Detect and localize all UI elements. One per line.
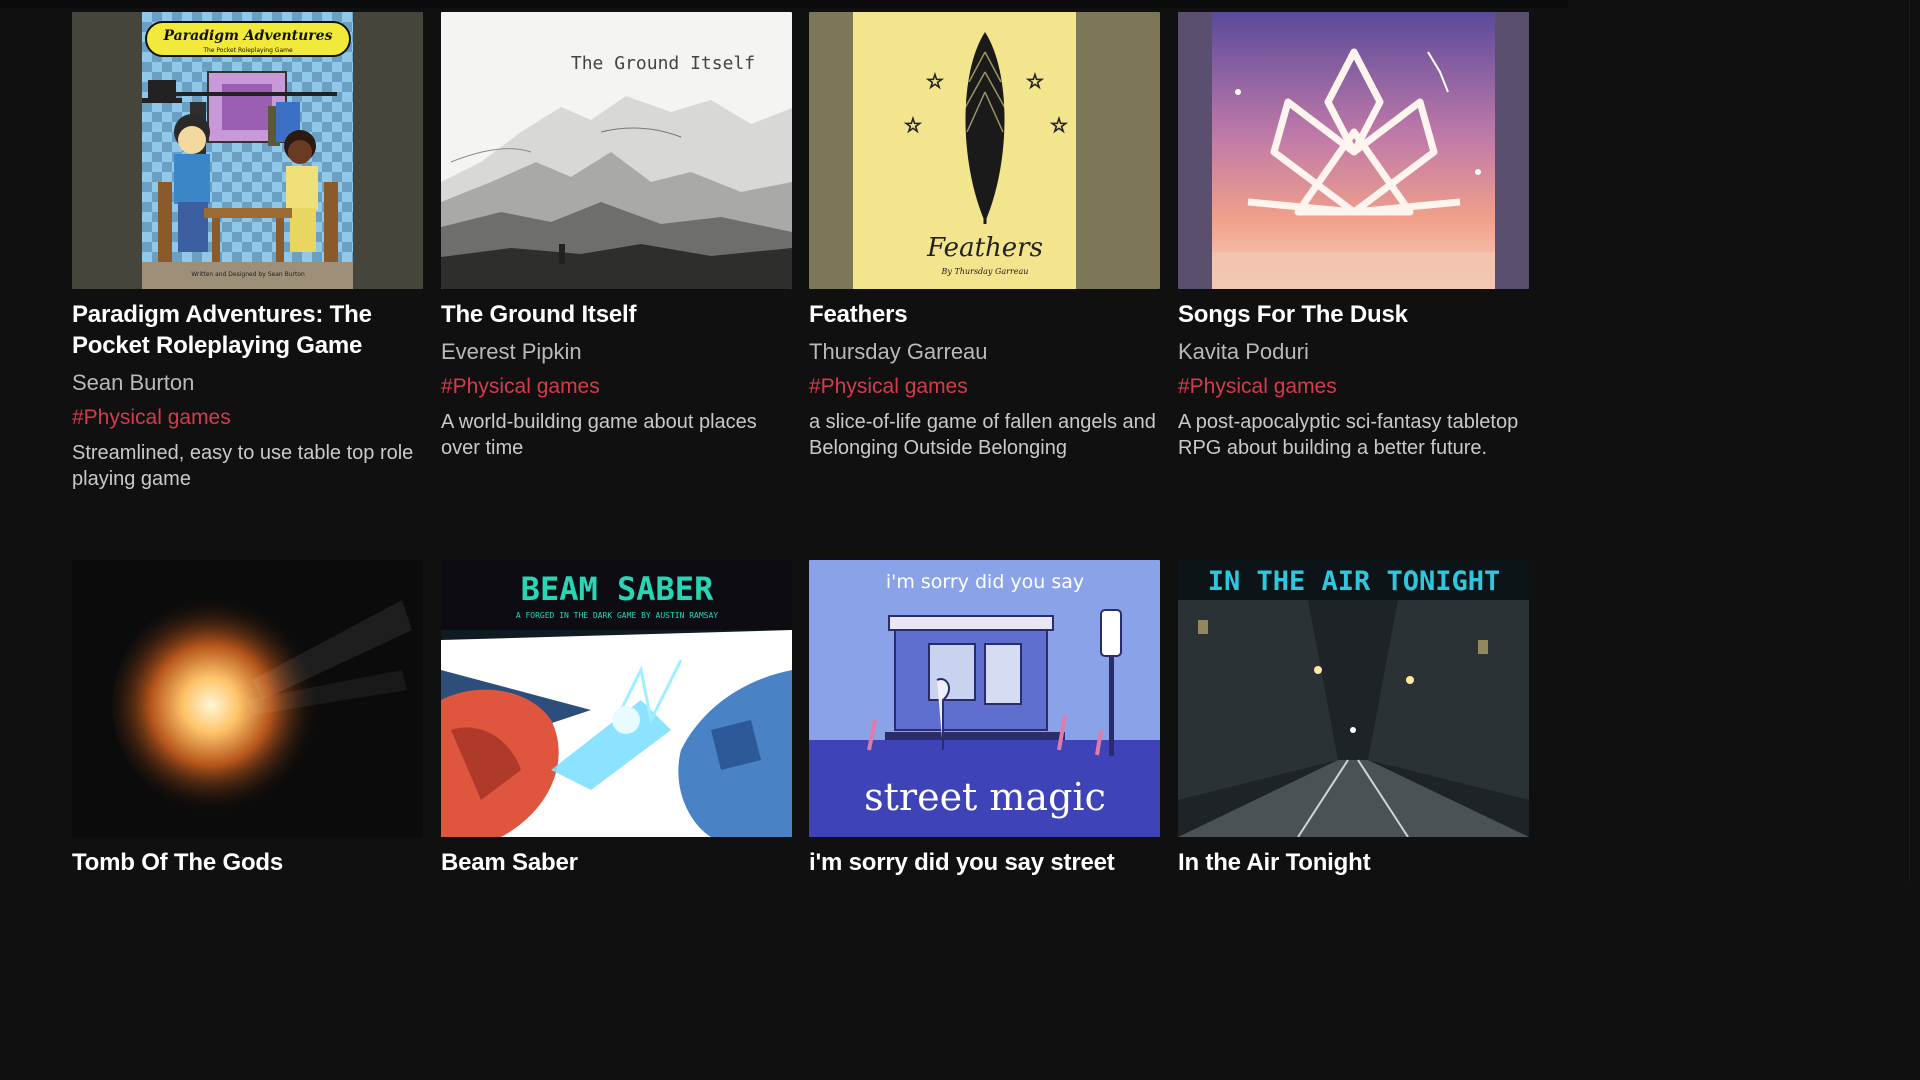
cover-title-text: The Ground Itself xyxy=(571,53,755,74)
game-description: Streamlined, easy to use table top role … xyxy=(72,442,414,490)
game-card[interactable]: ☆ ☆ ☆ ☆ Feathers By Thursday Garreau Fea… xyxy=(809,12,1160,461)
game-cover-ground-itself[interactable]: The Ground Itself xyxy=(441,12,792,289)
cover-subtitle-text: The Pocket Roleplaying Game xyxy=(202,47,293,54)
game-card[interactable]: BEAM SABER A FORGED IN THE DARK GAME BY … xyxy=(441,560,792,878)
game-author[interactable]: Everest Pipkin xyxy=(441,338,792,366)
game-title[interactable]: Beam Saber xyxy=(441,847,792,878)
cover-title-text: IN THE AIR TONIGHT xyxy=(1208,566,1501,597)
game-author[interactable]: Thursday Garreau xyxy=(809,338,1160,366)
game-cover-beam-saber[interactable]: BEAM SABER A FORGED IN THE DARK GAME BY … xyxy=(441,560,792,837)
game-title[interactable]: Feathers xyxy=(809,299,1160,330)
game-genre-tag[interactable]: #Physical games xyxy=(809,374,1160,400)
cover-credit-text: By Thursday Garreau xyxy=(941,267,1029,276)
cover-title-top-text: i'm sorry did you say xyxy=(886,571,1084,593)
cover-title-text: Paradigm Adventures xyxy=(163,28,333,44)
game-description: A post-apocalyptic sci-fantasy tabletop … xyxy=(1178,411,1519,459)
game-cover-paradigm[interactable]: Paradigm Adventures The Pocket Roleplayi… xyxy=(72,12,423,289)
game-card[interactable]: Tomb Of The Gods xyxy=(72,560,423,878)
game-cover-tomb-of-the-gods[interactable] xyxy=(72,560,423,837)
game-cover-feathers[interactable]: ☆ ☆ ☆ ☆ Feathers By Thursday Garreau xyxy=(809,12,1160,289)
game-cover-in-the-air-tonight[interactable]: IN THE AIR TONIGHT xyxy=(1178,560,1529,837)
svg-text:☆: ☆ xyxy=(926,71,944,93)
game-card[interactable]: The Ground Itself The Ground Itself Ever… xyxy=(441,12,792,461)
game-author[interactable]: Kavita Poduri xyxy=(1178,338,1529,366)
top-bar xyxy=(0,0,1568,8)
game-cover-street-magic[interactable]: i'm sorry did you say street magic xyxy=(809,560,1160,837)
svg-text:☆: ☆ xyxy=(904,115,922,137)
game-title[interactable]: i'm sorry did you say street xyxy=(809,847,1160,878)
cover-title-bottom-text: street magic xyxy=(864,775,1106,819)
game-author[interactable]: Sean Burton xyxy=(72,369,423,397)
game-card[interactable]: Paradigm Adventures The Pocket Roleplayi… xyxy=(72,12,423,492)
cover-title-text: BEAM SABER xyxy=(521,570,714,608)
page-scrollbar[interactable] xyxy=(1909,0,1920,882)
game-title[interactable]: In the Air Tonight xyxy=(1178,847,1529,878)
game-title[interactable]: Paradigm Adventures: The Pocket Roleplay… xyxy=(72,299,423,361)
game-title[interactable]: Songs For The Dusk xyxy=(1178,299,1529,330)
game-genre-tag[interactable]: #Physical games xyxy=(72,405,423,431)
game-card[interactable]: IN THE AIR TONIGHT In the Air Tonight xyxy=(1178,560,1529,878)
svg-text:☆: ☆ xyxy=(1026,71,1044,93)
game-title[interactable]: The Ground Itself xyxy=(441,299,792,330)
cover-credit-text: Written and Designed by Sean Burton xyxy=(191,271,305,278)
svg-text:☆: ☆ xyxy=(1050,115,1068,137)
game-cover-songs-for-the-dusk[interactable] xyxy=(1178,12,1529,289)
game-description: A world-building game about places over … xyxy=(441,411,757,459)
game-description: a slice-of-life game of fallen angels an… xyxy=(809,411,1156,459)
game-title[interactable]: Tomb Of The Gods xyxy=(72,847,423,878)
game-genre-tag[interactable]: #Physical games xyxy=(1178,374,1529,400)
game-card[interactable]: Songs For The Dusk Kavita Poduri #Physic… xyxy=(1178,12,1529,461)
game-genre-tag[interactable]: #Physical games xyxy=(441,374,792,400)
cover-subtitle-text: A FORGED IN THE DARK GAME BY AUSTIN RAMS… xyxy=(516,611,718,620)
cover-title-text: Feathers xyxy=(926,233,1043,263)
game-card[interactable]: i'm sorry did you say street magic i'm s… xyxy=(809,560,1160,878)
